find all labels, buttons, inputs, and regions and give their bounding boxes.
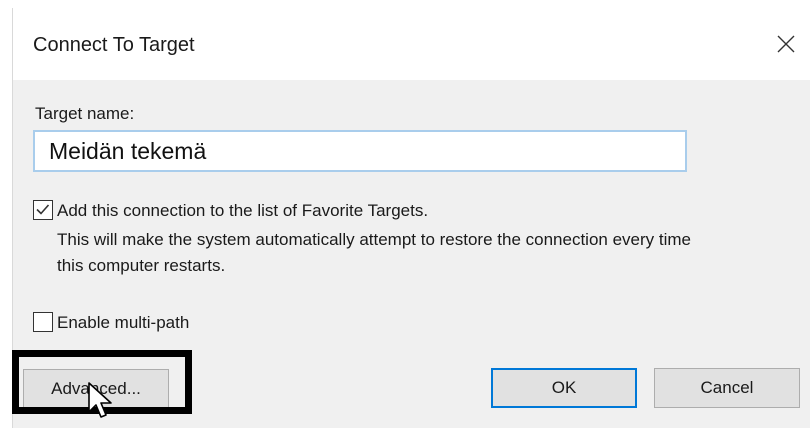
close-icon xyxy=(777,35,795,53)
close-button[interactable] xyxy=(762,24,810,64)
dialog-title: Connect To Target xyxy=(33,34,195,56)
ok-button[interactable]: OK xyxy=(491,368,637,408)
target-name-label: Target name: xyxy=(35,104,135,123)
mouse-pointer-icon xyxy=(88,382,112,418)
favorites-checkbox[interactable] xyxy=(33,200,53,220)
favorites-label[interactable]: Add this connection to the list of Favor… xyxy=(57,201,428,221)
multipath-checkbox[interactable] xyxy=(33,312,53,332)
title-bar: Connect To Target xyxy=(13,8,810,80)
checkmark-icon xyxy=(36,204,50,215)
multipath-label[interactable]: Enable multi-path xyxy=(57,313,189,333)
cancel-button[interactable]: Cancel xyxy=(654,368,800,408)
favorites-description: This will make the system automatically … xyxy=(57,230,691,275)
target-name-input[interactable] xyxy=(33,130,687,172)
